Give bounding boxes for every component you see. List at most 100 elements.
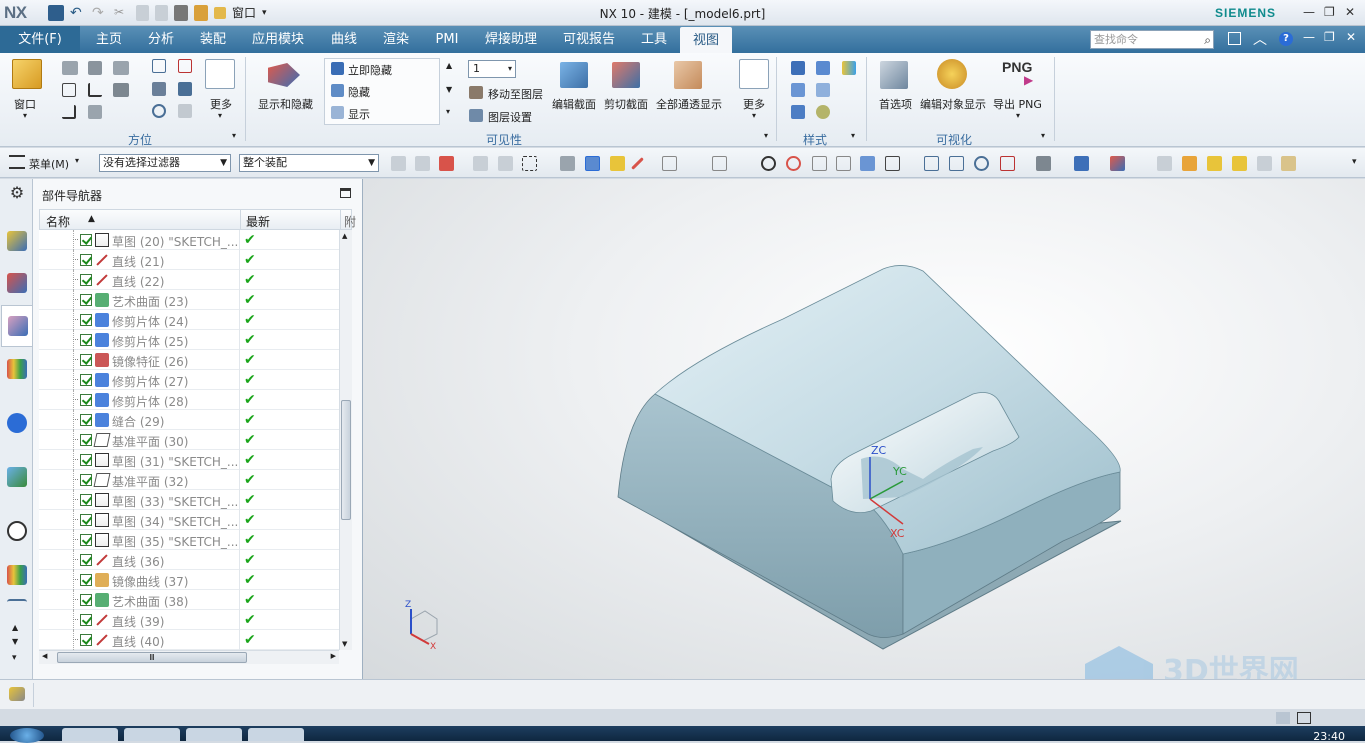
search-icon[interactable]: ⌕ (1204, 32, 1211, 49)
preferences-button[interactable]: 首选项 (879, 96, 912, 112)
quadrant-point-icon[interactable] (761, 156, 776, 171)
menu-icon[interactable] (9, 155, 25, 169)
tree-row[interactable]: 草图 (33) "SKETCH_... ✔ (39, 490, 339, 510)
add-component-icon[interactable] (1207, 156, 1222, 171)
visibility-checkbox[interactable] (80, 474, 92, 486)
chevron-down-icon[interactable]: ▾ (752, 111, 756, 120)
rotate-icon[interactable] (178, 82, 192, 96)
minimize-button[interactable]: — (1303, 5, 1315, 19)
tree-row[interactable]: 草图 (34) "SKETCH_... ✔ (39, 510, 339, 530)
view-iso-icon[interactable] (113, 61, 129, 75)
tab-visual-report[interactable]: 可视报告 (557, 26, 621, 53)
tree-row[interactable]: 修剪片体 (25) ✔ (39, 330, 339, 350)
tree-row[interactable]: 直线 (21) ✔ (39, 250, 339, 270)
rotate-view-icon[interactable] (974, 156, 989, 171)
view-trimetric-icon[interactable] (88, 105, 102, 119)
copy-icon[interactable] (136, 4, 149, 21)
edit-object-display-button[interactable]: 编辑对象显示 (920, 96, 986, 112)
constraint-navigator-icon[interactable] (7, 273, 27, 293)
hd3d-tools-icon[interactable] (7, 413, 27, 433)
tree-row[interactable]: 艺术曲面 (23) ✔ (39, 290, 339, 310)
existing-point-icon[interactable] (812, 156, 827, 171)
select-solid-icon[interactable] (560, 156, 575, 171)
window-icon[interactable] (12, 59, 42, 89)
process-studio-icon[interactable] (7, 599, 27, 613)
preferences-icon[interactable] (880, 61, 908, 89)
tab-pmi[interactable]: PMI (426, 26, 468, 53)
visibility-checkbox[interactable] (80, 394, 92, 406)
view-left-icon[interactable] (62, 83, 76, 97)
more-button-2[interactable]: 更多 (743, 96, 765, 112)
gallery-more-icon[interactable]: ▾ (446, 107, 450, 116)
select-body-icon[interactable] (415, 156, 430, 171)
visibility-checkbox[interactable] (80, 574, 92, 586)
tab-tools[interactable]: 工具 (633, 26, 675, 53)
selection-filter-select[interactable]: 没有选择过滤器 ▼ (99, 154, 231, 172)
pan-icon[interactable] (152, 82, 166, 96)
select-component-icon[interactable] (391, 156, 406, 171)
clip-section-icon[interactable] (612, 62, 640, 88)
nx-logo[interactable]: NX (4, 3, 27, 23)
new-component-icon[interactable] (1232, 156, 1247, 171)
layer-select[interactable]: 1 ▾ (468, 60, 516, 78)
select-feature-icon[interactable] (473, 156, 488, 171)
more-visibility-icon[interactable] (739, 59, 769, 89)
chevron-down-icon[interactable]: ▾ (218, 111, 222, 120)
navigator-horizontal-scrollbar[interactable]: ◀ Ⅲ ▶ (39, 650, 339, 664)
immediate-hide-item[interactable]: 立即隐藏 (348, 62, 392, 78)
more-views-icon[interactable] (205, 59, 235, 89)
selection-scope-select[interactable]: 整个装配 ▼ (239, 154, 379, 172)
part-navigator-tab[interactable] (1, 305, 32, 347)
gallery-scroll-up-icon[interactable]: ▲ (446, 61, 452, 70)
system-clock[interactable]: 23:40 (1313, 730, 1345, 743)
hidden-edges-icon[interactable] (816, 83, 830, 97)
menu-button[interactable]: 菜单(M) (29, 156, 69, 172)
window-menu[interactable]: 窗口 (232, 4, 256, 21)
all-transparent-icon[interactable] (674, 61, 702, 89)
orient-view-icon[interactable] (1000, 156, 1015, 171)
doc-minimize-icon[interactable]: — (1303, 30, 1315, 44)
arc-center-icon[interactable] (736, 156, 751, 171)
show-hide-small-icon[interactable] (1110, 156, 1125, 171)
column-name-header[interactable]: 名称 (46, 213, 70, 230)
reuse-library-icon[interactable] (7, 359, 27, 379)
export-png-button[interactable]: 导出 PNG (993, 96, 1042, 112)
show-item[interactable]: 显示 (348, 106, 370, 122)
tab-assembly[interactable]: 装配 (192, 26, 234, 53)
repeat-command-icon[interactable] (174, 4, 188, 21)
column-latest-header[interactable]: 最新 (246, 213, 270, 230)
tree-row[interactable]: 直线 (39) ✔ (39, 610, 339, 630)
tree-row[interactable]: 镜像曲线 (37) ✔ (39, 570, 339, 590)
doc-close-icon[interactable]: ✕ (1346, 30, 1356, 44)
group-expand-icon[interactable]: ▾ (851, 131, 855, 140)
more-resources-icon[interactable]: ▾ (12, 653, 17, 663)
intersection-icon[interactable] (712, 156, 727, 171)
fit-view-icon[interactable] (924, 156, 939, 171)
cut-icon[interactable]: ✂ (114, 5, 130, 21)
tab-welding[interactable]: 焊接助理 (479, 26, 543, 53)
visibility-checkbox[interactable] (80, 274, 92, 286)
visibility-checkbox[interactable] (80, 514, 92, 526)
taskbar-app-2[interactable] (124, 728, 180, 741)
immediate-hide-icon[interactable] (331, 62, 344, 75)
tree-row[interactable]: 直线 (22) ✔ (39, 270, 339, 290)
chevron-down-icon[interactable]: ▾ (23, 111, 27, 120)
view-right-icon[interactable] (88, 83, 102, 97)
mirror-assembly-icon[interactable] (1257, 156, 1272, 171)
visibility-checkbox[interactable] (80, 534, 92, 546)
vertical-scroll-thumb[interactable] (341, 400, 351, 520)
visibility-checkbox[interactable] (80, 374, 92, 386)
snap-point-icon[interactable] (439, 156, 454, 171)
tab-applications[interactable]: 应用模块 (246, 26, 310, 53)
hide-icon[interactable] (331, 84, 344, 97)
point-on-face-icon[interactable] (836, 156, 851, 171)
model-canvas[interactable]: ZC YC XC Z X 3D世界网 (363, 179, 1365, 679)
navigator-vertical-scrollbar[interactable]: ▲ ▼ (339, 230, 352, 650)
control-point-icon[interactable] (686, 156, 701, 171)
move-to-layer-button[interactable]: 移动至图层 (488, 86, 543, 102)
maximize-panel-icon[interactable] (340, 188, 351, 198)
window-icon[interactable] (214, 6, 226, 19)
edit-section-icon[interactable] (560, 62, 588, 88)
scroll-down-icon[interactable]: ▼ (342, 640, 347, 648)
save-icon[interactable] (48, 4, 64, 21)
